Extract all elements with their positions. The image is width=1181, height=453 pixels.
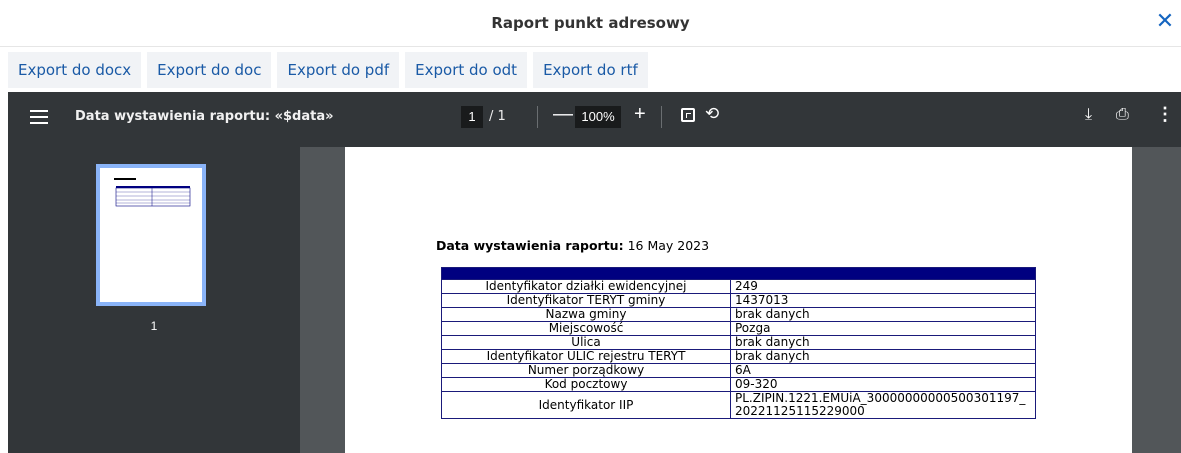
fit-page-icon[interactable] <box>681 108 695 122</box>
table-row: Nazwa gminy brak danych <box>441 307 1036 322</box>
table-row: Identyfikator ULIC rejestru TERYT brak da… <box>441 349 1036 364</box>
more-options-icon[interactable]: ⋮ <box>1156 104 1174 125</box>
table-row: Identyfikator działki ewidencyjnej 249 <box>441 279 1036 294</box>
export-toolbar: Export do docx Export do doc Export do p… <box>8 52 648 88</box>
page-total: / 1 <box>489 109 506 124</box>
report-date-line: Data wystawienia raportu: 16 May 2023 <box>436 238 709 253</box>
rotate-icon[interactable]: ⟲ <box>705 104 719 124</box>
table-row: Miejscowość Pozga <box>441 321 1036 336</box>
document-title: Data wystawienia raportu: «$data» <box>75 109 334 124</box>
download-icon[interactable]: ⤓ <box>1085 106 1092 124</box>
dialog-header: Raport punkt adresowy ✕ <box>0 0 1181 47</box>
menu-icon[interactable] <box>30 110 48 124</box>
toolbar-divider <box>661 106 662 128</box>
report-date-value: 16 May 2023 <box>627 238 710 253</box>
thumbnail-sidebar: 1 <box>8 147 300 453</box>
thumbnail-page-number: 1 <box>150 319 158 333</box>
zoom-out-icon[interactable]: — <box>553 103 573 126</box>
report-date-label: Data wystawienia raportu: <box>436 238 624 253</box>
pdf-page: Data wystawienia raportu: 16 May 2023 Id… <box>345 147 1132 453</box>
table-row: Identyfikator IIP PL.ZIPIN.1221.EMUiA_300… <box>441 391 1036 419</box>
table-row: Identyfikator TERYT gminy 1437013 <box>441 293 1036 308</box>
table-row: Ulica brak danych <box>441 335 1036 350</box>
page-thumbnail[interactable] <box>96 164 206 306</box>
dialog-title: Raport punkt adresowy <box>491 14 690 32</box>
table-row: Numer porządkowy 6A <box>441 363 1036 378</box>
print-icon[interactable]: ⎙ <box>1116 106 1129 124</box>
page-number-input[interactable]: 1 <box>461 106 483 128</box>
report-table: Identyfikator działki ewidencyjnej 249 Id… <box>441 267 1036 419</box>
export-pdf-button[interactable]: Export do pdf <box>277 52 400 88</box>
export-doc-button[interactable]: Export do doc <box>147 52 272 88</box>
pdf-viewer: Data wystawienia raportu: «$data» 1 / 1 … <box>8 92 1181 453</box>
export-rtf-button[interactable]: Export do rtf <box>533 52 648 88</box>
viewer-toolbar: Data wystawienia raportu: «$data» 1 / 1 … <box>8 92 1181 147</box>
export-odt-button[interactable]: Export do odt <box>405 52 528 88</box>
export-docx-button[interactable]: Export do docx <box>8 52 142 88</box>
table-header <box>441 267 1036 280</box>
zoom-input[interactable]: 100% <box>575 106 621 128</box>
close-icon[interactable]: ✕ <box>1153 8 1177 36</box>
toolbar-divider <box>537 106 538 128</box>
table-row: Kod pocztowy 09-320 <box>441 377 1036 392</box>
thumbnail-preview <box>100 168 202 302</box>
zoom-in-icon[interactable]: + <box>634 103 646 126</box>
